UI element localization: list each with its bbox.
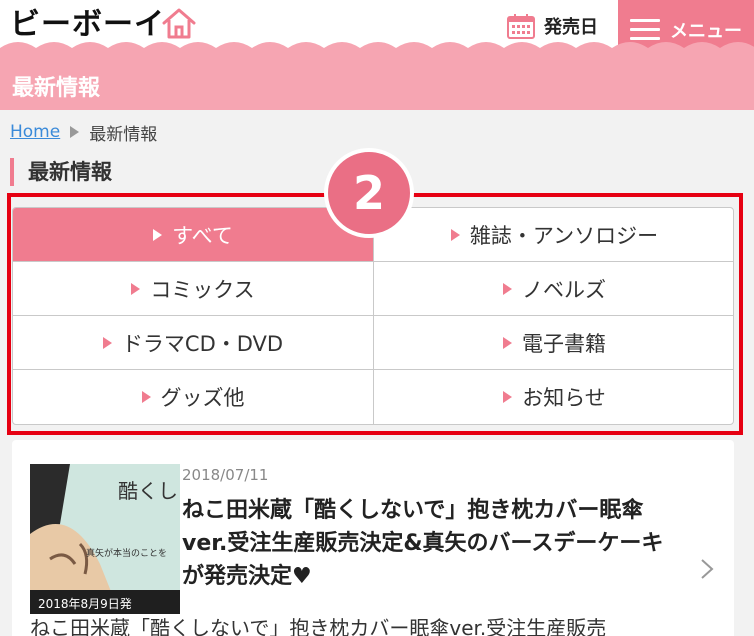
category-comics[interactable]: コミックス — [13, 262, 374, 316]
news-card[interactable]: 酷くし 真矢が本当のことを 2018年8月9日発 2018/07/11 ねこ田米… — [12, 440, 734, 636]
category-news[interactable]: お知らせ — [374, 370, 733, 424]
breadcrumb-home-link[interactable]: Home — [10, 122, 60, 142]
home-icon[interactable] — [160, 6, 198, 40]
category-label: グッズ他 — [160, 386, 245, 410]
thumb-date-text: 2018年8月9日発 — [38, 597, 132, 611]
triangle-right-icon — [102, 336, 112, 349]
category-label: ドラマCD・DVD — [121, 331, 284, 356]
triangle-right-icon — [503, 282, 512, 295]
category-grid: すべて 雑誌・アンソロジー コミックス ノベルズ ドラマCD・DVD 電子書籍 … — [12, 207, 734, 425]
thumb-title-text: 酷くし — [118, 479, 178, 503]
triangle-right-icon — [503, 391, 513, 403]
thumbnail-illustration: 酷くし 真矢が本当のことを 2018年8月9日発 — [30, 464, 180, 614]
category-label: すべて — [172, 223, 233, 248]
category-magazine[interactable]: 雑誌・アンソロジー — [374, 208, 733, 262]
breadcrumb-arrow-icon — [70, 126, 80, 138]
thumb-caption-text: 真矢が本当のことを — [86, 547, 167, 559]
chevron-right-icon[interactable] — [700, 558, 714, 580]
section-heading: 最新情報 — [10, 158, 112, 186]
category-ebooks[interactable]: 電子書籍 — [374, 316, 733, 370]
news-summary: ねこ田米蔵「酷くしないで」抱き枕カバー眠傘ver.受注生産販売 — [30, 616, 607, 636]
category-novels[interactable]: ノベルズ — [374, 262, 733, 316]
category-all[interactable]: すべて — [13, 208, 374, 262]
site-header: ビーボーイ 発売日 メニュー — [0, 0, 754, 60]
breadcrumb: Home 最新情報 — [0, 110, 754, 154]
triangle-right-icon — [141, 391, 151, 403]
category-label: 電子書籍 — [522, 331, 606, 356]
category-label: コミックス — [150, 277, 255, 302]
category-drama-cd[interactable]: ドラマCD・DVD — [13, 316, 374, 370]
news-thumbnail[interactable]: 酷くし 真矢が本当のことを 2018年8月9日発 — [30, 464, 180, 614]
triangle-right-icon — [131, 282, 141, 295]
step-number-badge: 2 — [324, 148, 414, 238]
page-title-bar: 最新情報 — [0, 60, 754, 110]
triangle-right-icon — [503, 336, 512, 349]
category-label: ノベルズ — [522, 277, 606, 302]
category-label: お知らせ — [522, 386, 606, 410]
page-title: 最新情報 — [12, 76, 101, 101]
news-title[interactable]: ねこ田米蔵「酷くしないで」抱き枕カバー眠傘ver.受注生産販売決定&真矢のバース… — [182, 494, 672, 593]
category-label: 雑誌・アンソロジー — [469, 223, 659, 248]
triangle-right-icon — [450, 228, 460, 241]
wave-divider — [0, 42, 754, 60]
news-date: 2018/07/11 — [182, 466, 269, 484]
breadcrumb-current: 最新情報 — [89, 124, 158, 145]
triangle-right-icon — [153, 228, 163, 241]
category-goods[interactable]: グッズ他 — [13, 370, 374, 424]
